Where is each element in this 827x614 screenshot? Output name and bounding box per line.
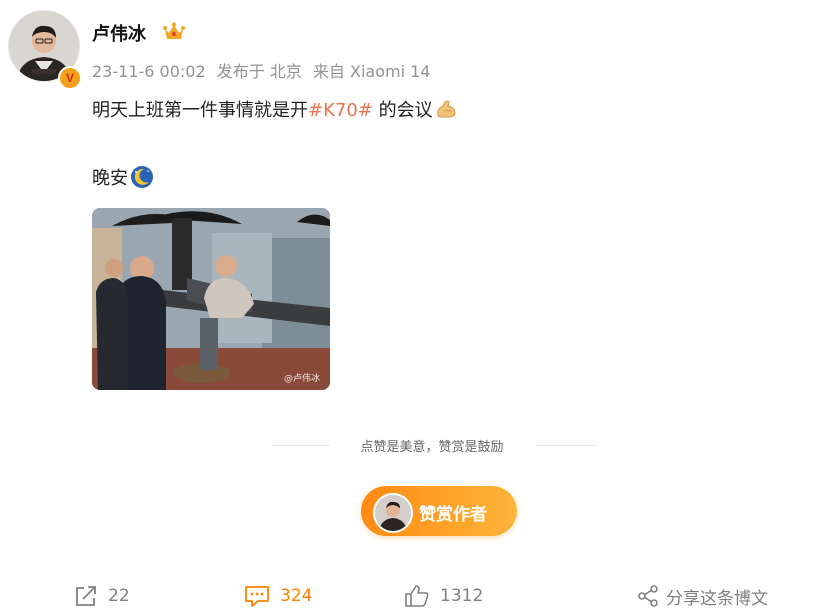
post-source: 来自 Xiaomi 14	[312, 62, 431, 81]
repost-count: 22	[108, 586, 130, 606]
divider-right	[536, 445, 598, 446]
user-avatar-container[interactable]: V	[8, 10, 82, 90]
reward-avatar	[373, 493, 413, 533]
post-text-line2: 晚安	[92, 164, 154, 190]
share-label: 分享这条博文	[666, 588, 768, 609]
post-location: 发布于 北京	[216, 62, 302, 81]
like-count: 1312	[440, 586, 484, 606]
reward-author-button[interactable]: 赞赏作者	[361, 486, 517, 536]
post-text-before: 明天上班第一件事情就是开	[92, 100, 308, 121]
post-meta: 23-11-6 00:02 发布于 北京 来自 Xiaomi 14	[92, 58, 437, 82]
post-time[interactable]: 23-11-6 00:02	[92, 62, 206, 81]
share-button[interactable]: 分享这条博文	[636, 582, 768, 610]
like-button[interactable]: 1312	[404, 582, 483, 610]
username[interactable]: 卢伟冰	[92, 20, 146, 46]
post-text-goodnight: 晚安	[92, 168, 128, 189]
topic-link[interactable]: #K70#	[308, 100, 373, 121]
flexed-bicep-emoji	[436, 100, 456, 118]
repost-icon	[76, 586, 96, 606]
image-watermark: @卢伟冰	[283, 374, 320, 384]
verified-badge: V	[58, 66, 82, 90]
moon-emoji	[131, 166, 153, 188]
post-text-after: 的会议	[372, 100, 433, 121]
reward-avatar-portrait	[375, 495, 411, 531]
post-text: 明天上班第一件事情就是开#K70# 的会议	[92, 96, 457, 122]
comment-button[interactable]: 324	[244, 582, 312, 610]
reward-slogan: 点赞是美意，赞赏是鼓励	[360, 440, 504, 455]
post-image[interactable]: @卢伟冰	[92, 208, 330, 390]
divider-left	[272, 445, 330, 446]
crown-icon	[163, 22, 185, 39]
comment-icon	[245, 586, 269, 607]
share-icon	[638, 585, 658, 607]
thumbs-up-icon	[405, 585, 429, 607]
repost-button[interactable]: 22	[74, 582, 130, 610]
comment-count: 324	[280, 586, 313, 606]
post-photo-graphic	[92, 208, 330, 390]
reward-button-label: 赞赏作者	[419, 505, 487, 525]
